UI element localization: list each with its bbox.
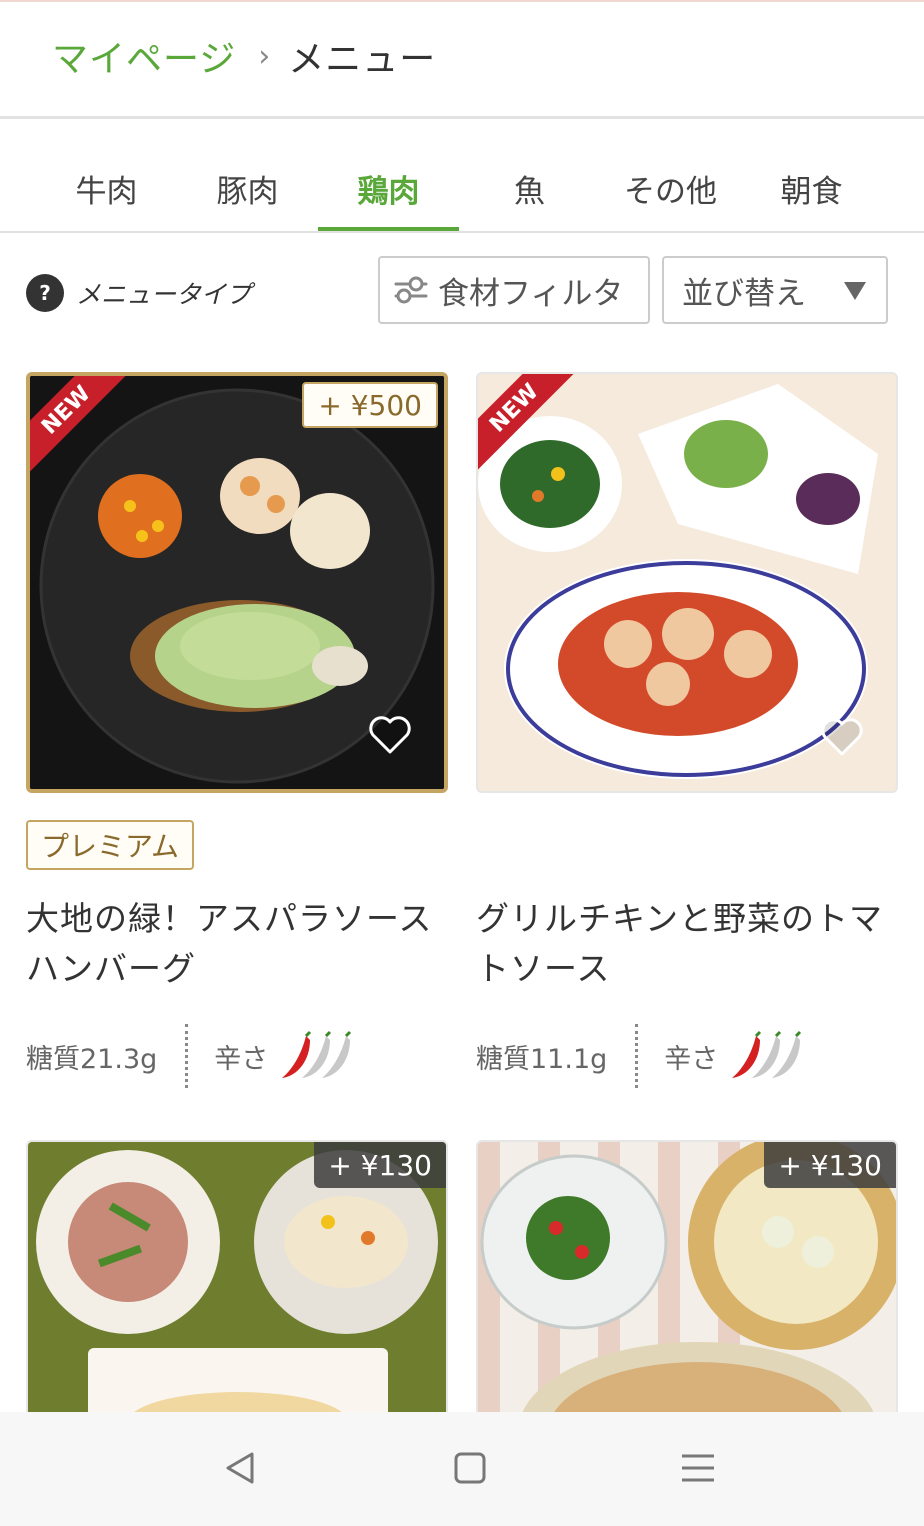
premium-badge: プレミアム: [26, 820, 194, 870]
menu-type-label: メニュータイプ: [76, 280, 252, 309]
menu-card-image[interactable]: + ¥130: [476, 1140, 898, 1440]
price-tag: + ¥130: [764, 1142, 896, 1188]
chili-icon: [732, 1030, 802, 1078]
tab-fish[interactable]: 魚: [459, 140, 600, 232]
chili-icon: [282, 1030, 352, 1078]
breadcrumb-mypage-link[interactable]: マイページ: [52, 30, 236, 82]
heart-icon[interactable]: [368, 715, 412, 755]
sort-select[interactable]: 並び替え: [662, 256, 888, 324]
help-icon: ?: [26, 274, 64, 312]
category-tabs: 牛肉 豚肉 鶏肉 魚 その他 朝食: [0, 140, 924, 232]
divider: [635, 1024, 639, 1088]
breadcrumb: マイページ › メニュー: [52, 30, 436, 82]
system-navigation-bar: [0, 1412, 924, 1526]
ingredient-filter-button[interactable]: 食材フィルタ: [378, 256, 650, 324]
menu-card-image[interactable]: + ¥130: [26, 1140, 448, 1440]
tab-chicken[interactable]: 鶏肉: [318, 140, 459, 232]
breadcrumb-separator: ›: [258, 38, 271, 74]
filter-icon: [394, 276, 428, 304]
menu-card-image[interactable]: NEW + ¥500: [26, 372, 448, 793]
spice-label: 辛さ: [214, 1043, 269, 1075]
tab-beef[interactable]: 牛肉: [36, 140, 177, 232]
breadcrumb-current: メニュー: [288, 39, 437, 80]
heart-icon[interactable]: [820, 717, 864, 757]
tab-breakfast[interactable]: 朝食: [741, 140, 882, 232]
carb-value: 糖質11.1g: [476, 1043, 608, 1075]
back-icon[interactable]: [222, 1450, 258, 1486]
dish-name[interactable]: グリルチキンと野菜のトマトソース: [476, 894, 896, 994]
dish-name[interactable]: 大地の緑！アスパラソースハンバーグ: [26, 894, 446, 994]
menu-card-image[interactable]: NEW: [476, 372, 898, 793]
status-strip: [0, 0, 924, 2]
caret-down-icon: [844, 282, 866, 300]
spice-label: 辛さ: [664, 1043, 719, 1075]
tabs-divider: [0, 231, 924, 233]
filter-label: 食材フィルタ: [438, 275, 624, 312]
carb-value: 糖質21.3g: [26, 1043, 158, 1075]
divider: [185, 1024, 189, 1088]
tab-pork[interactable]: 豚肉: [177, 140, 318, 232]
nutrition-row: 糖質11.1g 辛さ: [476, 1024, 806, 1088]
tab-other[interactable]: その他: [600, 140, 741, 232]
header-divider: [0, 116, 924, 119]
home-icon[interactable]: [452, 1450, 488, 1486]
menu-type-help[interactable]: ? メニュータイプ: [26, 274, 251, 312]
menu-icon[interactable]: [680, 1450, 716, 1486]
price-tag: + ¥130: [314, 1142, 446, 1188]
price-tag: + ¥500: [302, 382, 438, 428]
sort-label: 並び替え: [682, 275, 806, 312]
nutrition-row: 糖質21.3g 辛さ: [26, 1024, 356, 1088]
